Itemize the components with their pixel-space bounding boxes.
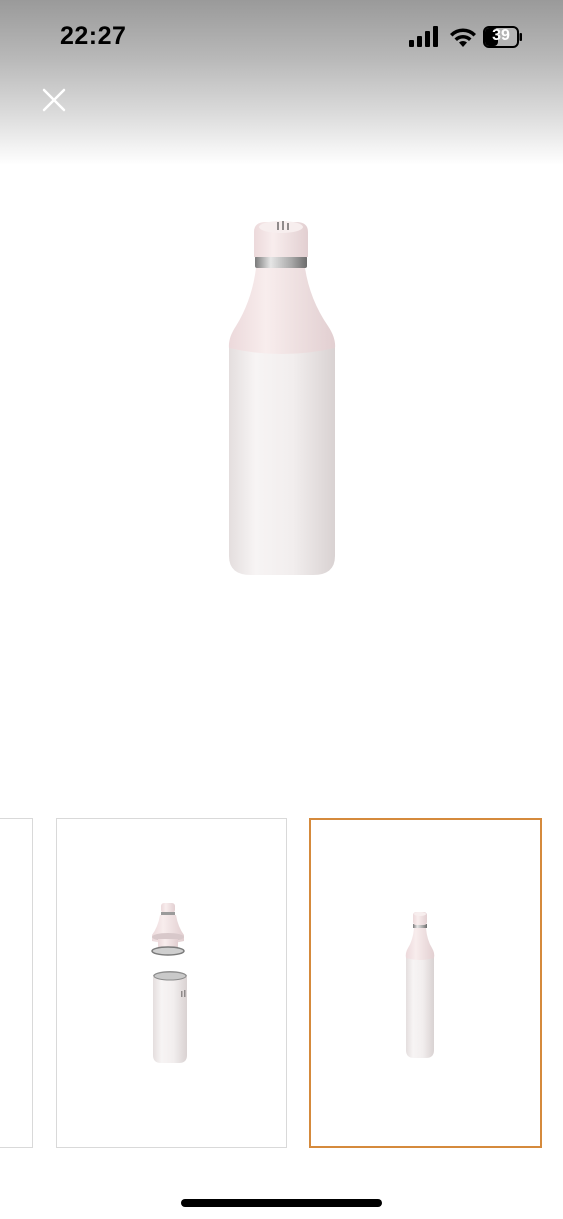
status-icons: 39 [409,26,529,50]
assembled-bottle-image [405,912,435,1058]
status-time: 22:27 [60,22,127,50]
main-product-image[interactable] [0,170,563,790]
thumbnail-assembled-bottle-selected[interactable] [309,818,542,1148]
status-bar: 22:27 39 [0,0,563,70]
close-button[interactable] [34,80,74,120]
disassembled-bottle-image [151,903,187,1063]
thumbnail-disassembled-bottle[interactable] [56,818,287,1148]
close-icon [42,88,66,112]
battery-level: 39 [492,27,510,44]
home-indicator[interactable] [181,1199,382,1207]
wifi-icon [450,28,476,47]
thumbnail-strip [0,818,563,1150]
product-image-viewer: 22:27 39 [0,0,563,1219]
thumbnail-partial[interactable] [0,818,33,1148]
bottle-illustration [228,221,336,575]
cellular-signal-icon [409,26,438,47]
